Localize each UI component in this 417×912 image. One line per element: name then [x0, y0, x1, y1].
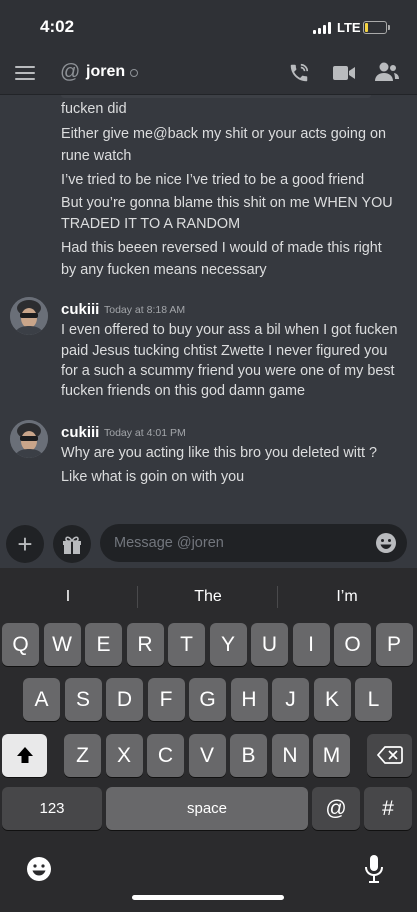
key-a[interactable]: A — [23, 678, 60, 721]
key-x[interactable]: X — [105, 734, 143, 777]
network-label: LTE — [337, 20, 361, 35]
home-indicator[interactable] — [132, 895, 284, 900]
gift-icon — [63, 536, 81, 554]
at-key[interactable]: @ — [312, 787, 360, 830]
suggestion-divider — [277, 586, 278, 608]
recipient-name[interactable]: joren — [86, 63, 125, 81]
channel-header: @ joren — [0, 52, 417, 95]
phone-screen: 4:02 LTE @ joren fucken did Either give … — [0, 0, 417, 912]
key-h[interactable]: H — [230, 678, 268, 721]
menu-icon[interactable] — [15, 66, 35, 80]
key-e[interactable]: E — [85, 623, 122, 666]
key-n[interactable]: N — [271, 734, 309, 777]
suggestion-item[interactable]: I — [18, 588, 118, 606]
emoji-keyboard-icon[interactable] — [26, 856, 52, 882]
backspace-key[interactable] — [367, 734, 412, 777]
at-icon: @ — [60, 61, 81, 83]
suggestion-divider — [137, 586, 138, 608]
message-author[interactable]: cukiii — [61, 424, 99, 441]
video-icon[interactable] — [332, 63, 356, 83]
hash-key[interactable]: # — [364, 787, 412, 830]
key-c[interactable]: C — [147, 734, 184, 777]
message-line: for a such a scummy friend you were one … — [61, 363, 395, 379]
message-line: paid Jesus tucking chtist Zwette I never… — [61, 343, 388, 359]
message-input[interactable]: Message @joren — [100, 524, 407, 562]
gift-button[interactable] — [53, 525, 91, 563]
avatar-photo-icon — [10, 420, 48, 458]
numbers-key[interactable]: 123 — [2, 787, 102, 830]
shift-icon — [16, 747, 33, 763]
signal-icon — [313, 22, 333, 34]
avatar[interactable] — [10, 420, 48, 458]
key-w[interactable]: W — [43, 623, 81, 666]
status-time: 4:02 — [40, 17, 75, 36]
key-y[interactable]: Y — [209, 623, 247, 666]
space-key[interactable]: space — [106, 787, 308, 830]
battery-icon — [363, 21, 390, 34]
key-b[interactable]: B — [230, 734, 267, 777]
message-line: rune watch — [61, 148, 132, 164]
message-line: Had this beeen reversed I would of made … — [61, 240, 382, 256]
avatar-photo-icon — [10, 297, 48, 335]
avatar[interactable] — [10, 297, 48, 335]
key-l[interactable]: L — [355, 678, 392, 721]
key-j[interactable]: J — [272, 678, 309, 721]
key-d[interactable]: D — [106, 678, 143, 721]
key-r[interactable]: R — [126, 623, 164, 666]
offline-status-icon — [130, 69, 138, 77]
message-line: I even offered to buy your ass a bil whe… — [61, 322, 398, 338]
status-bar: 4:02 LTE — [0, 0, 417, 52]
key-z[interactable]: Z — [64, 734, 101, 777]
message-cutoff-line — [61, 95, 371, 98]
plus-icon: + — [17, 529, 33, 559]
message-line: Like what is goin on with you — [61, 469, 245, 485]
key-q[interactable]: Q — [2, 623, 39, 666]
message-line: fucken friends on this god damn game — [61, 383, 305, 399]
message-line: TRADED IT TO A RANDOM — [61, 216, 241, 232]
message-timestamp: Today at 4:01 PM — [104, 427, 186, 439]
key-f[interactable]: F — [147, 678, 185, 721]
members-icon[interactable] — [375, 61, 399, 83]
message-line: But you’re gonna blame this shit on me W… — [61, 195, 393, 211]
key-s[interactable]: S — [64, 678, 102, 721]
message-line: by any fucken means necessary — [61, 262, 267, 278]
key-i[interactable]: I — [292, 623, 330, 666]
suggestion-item[interactable]: The — [158, 588, 258, 606]
microphone-icon[interactable] — [364, 854, 384, 884]
message-line: I’ve tried to be nice I’ve tried to be a… — [61, 172, 365, 188]
message-list: fucken did Either give me@back my shit o… — [0, 95, 417, 520]
call-icon[interactable] — [288, 62, 310, 84]
key-p[interactable]: P — [375, 623, 413, 666]
message-input-placeholder: Message @joren — [114, 535, 224, 551]
key-u[interactable]: U — [251, 623, 288, 666]
key-t[interactable]: T — [168, 623, 205, 666]
message-line: Why are you acting like this bro you del… — [61, 445, 377, 461]
emoji-picker-icon[interactable] — [375, 532, 397, 554]
shift-key[interactable] — [2, 734, 47, 777]
key-o[interactable]: O — [334, 623, 371, 666]
backspace-icon — [376, 746, 403, 764]
message-line: Either give me@back my shit or your acts… — [61, 126, 386, 142]
key-g[interactable]: G — [189, 678, 226, 721]
key-m[interactable]: M — [313, 734, 350, 777]
key-k[interactable]: K — [313, 678, 351, 721]
add-attachment-button[interactable]: + — [6, 525, 44, 563]
message-line: fucken did — [61, 101, 127, 117]
message-timestamp: Today at 8:18 AM — [104, 304, 186, 316]
key-v[interactable]: V — [188, 734, 226, 777]
message-author[interactable]: cukiii — [61, 301, 99, 318]
suggestion-item[interactable]: I’m — [297, 588, 397, 606]
message-composer: + Message @joren — [0, 520, 417, 568]
on-screen-keyboard: I The I’m QWERTYUIOP ASDFGHJKL ZXCVBNM 1… — [0, 568, 417, 912]
